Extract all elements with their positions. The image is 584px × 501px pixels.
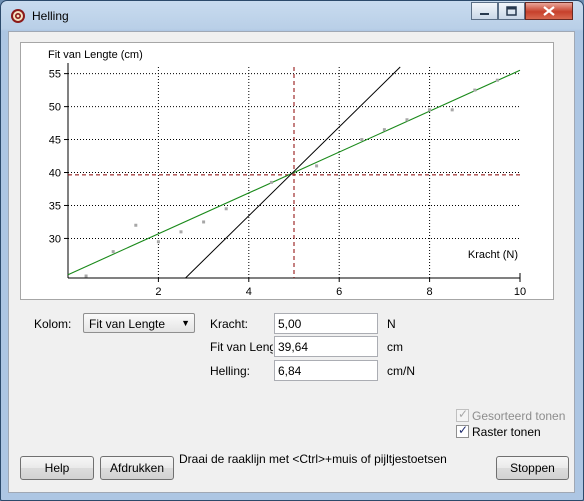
app-icon (11, 9, 25, 23)
data-point (224, 207, 228, 211)
kracht-unit: N (387, 317, 396, 331)
y-tick-label: 40 (49, 168, 61, 180)
minimize-icon (480, 13, 489, 15)
dialog-client: 2 4 6 8 10 30 35 40 45 50 55 Fit van Lengte (cm) Kra… (8, 31, 575, 493)
close-button[interactable] (525, 2, 573, 20)
helling-value: 6,84 (278, 364, 302, 378)
kolom-select[interactable]: Fit van Lengte ▼ (83, 313, 195, 333)
data-point (360, 138, 364, 142)
x-axis-label: Kracht (N) (468, 249, 518, 261)
data-point (134, 223, 138, 227)
y-tick-label: 50 (49, 102, 61, 114)
data-point (202, 220, 206, 224)
chart-panel[interactable]: 2 4 6 8 10 30 35 40 45 50 55 Fit van Lengte (cm) Kra… (20, 42, 554, 300)
helling-field[interactable]: 6,84 (274, 360, 378, 381)
helling-unit: cm/N (387, 364, 415, 378)
help-button[interactable]: Help (20, 456, 94, 480)
x-tick-label: 2 (155, 286, 161, 298)
data-point (315, 164, 319, 168)
y-tick-label: 35 (49, 200, 61, 212)
checkmark-icon: ✓ (458, 407, 469, 421)
sorted-checkbox[interactable]: ✓ (456, 407, 469, 422)
data-point (428, 108, 432, 112)
y-axis-label: Fit van Lengte (cm) (48, 49, 143, 61)
checkmark-icon: ✓ (458, 423, 469, 437)
data-point (382, 128, 386, 132)
x-tick-label: 4 (246, 286, 252, 298)
fit-value: 39,64 (278, 340, 309, 354)
fit-label: Fit van Lengte (210, 340, 273, 354)
data-point (405, 118, 409, 122)
kracht-label: Kracht: (210, 317, 249, 331)
kracht-field[interactable]: 5,00 (274, 313, 378, 334)
data-point (156, 240, 160, 244)
data-point (84, 274, 88, 278)
data-point (269, 180, 273, 184)
minimize-button[interactable] (471, 2, 498, 20)
maximize-icon (506, 6, 517, 16)
y-tick-label: 30 (49, 233, 61, 245)
maximize-button[interactable] (498, 2, 525, 20)
chevron-down-icon: ▼ (181, 318, 190, 328)
data-point (495, 78, 499, 82)
kolom-select-value: Fit van Lengte (89, 317, 166, 331)
x-tick-label: 6 (336, 286, 342, 298)
window-title: Helling (32, 9, 69, 23)
x-tick-label: 10 (514, 286, 526, 298)
kracht-value: 5,00 (278, 317, 302, 331)
title-bar[interactable]: Helling (1, 1, 583, 31)
grid-checkbox[interactable]: ✓ (456, 423, 469, 438)
fit-field[interactable]: 39,64 (274, 336, 378, 357)
sorted-label: Gesorteerd tonen (472, 409, 566, 423)
helling-label: Helling: (210, 364, 251, 378)
x-tick-label: 8 (427, 286, 433, 298)
close-icon (543, 6, 555, 16)
y-tick-label: 55 (49, 69, 61, 81)
stop-button[interactable]: Stoppen (496, 456, 569, 480)
chart[interactable]: 2 4 6 8 10 30 35 40 45 50 55 Fit van Lengte (cm) Kra… (21, 43, 553, 299)
helling-window: Helling 2 4 6 8 10 30 35 40 45 50 55 Fit van Lengte… (0, 0, 584, 501)
data-point (111, 250, 115, 254)
print-button[interactable]: Afdrukken (100, 456, 174, 480)
kolom-label: Kolom: (34, 317, 72, 331)
data-point (179, 230, 183, 234)
data-point (473, 88, 477, 92)
y-tick-label: 45 (49, 135, 61, 147)
hint-text: Draai de raaklijn met <Ctrl>+muis of pij… (179, 452, 447, 466)
grid-label: Raster tonen (472, 425, 541, 439)
fit-unit: cm (387, 340, 403, 354)
data-point (450, 108, 454, 112)
